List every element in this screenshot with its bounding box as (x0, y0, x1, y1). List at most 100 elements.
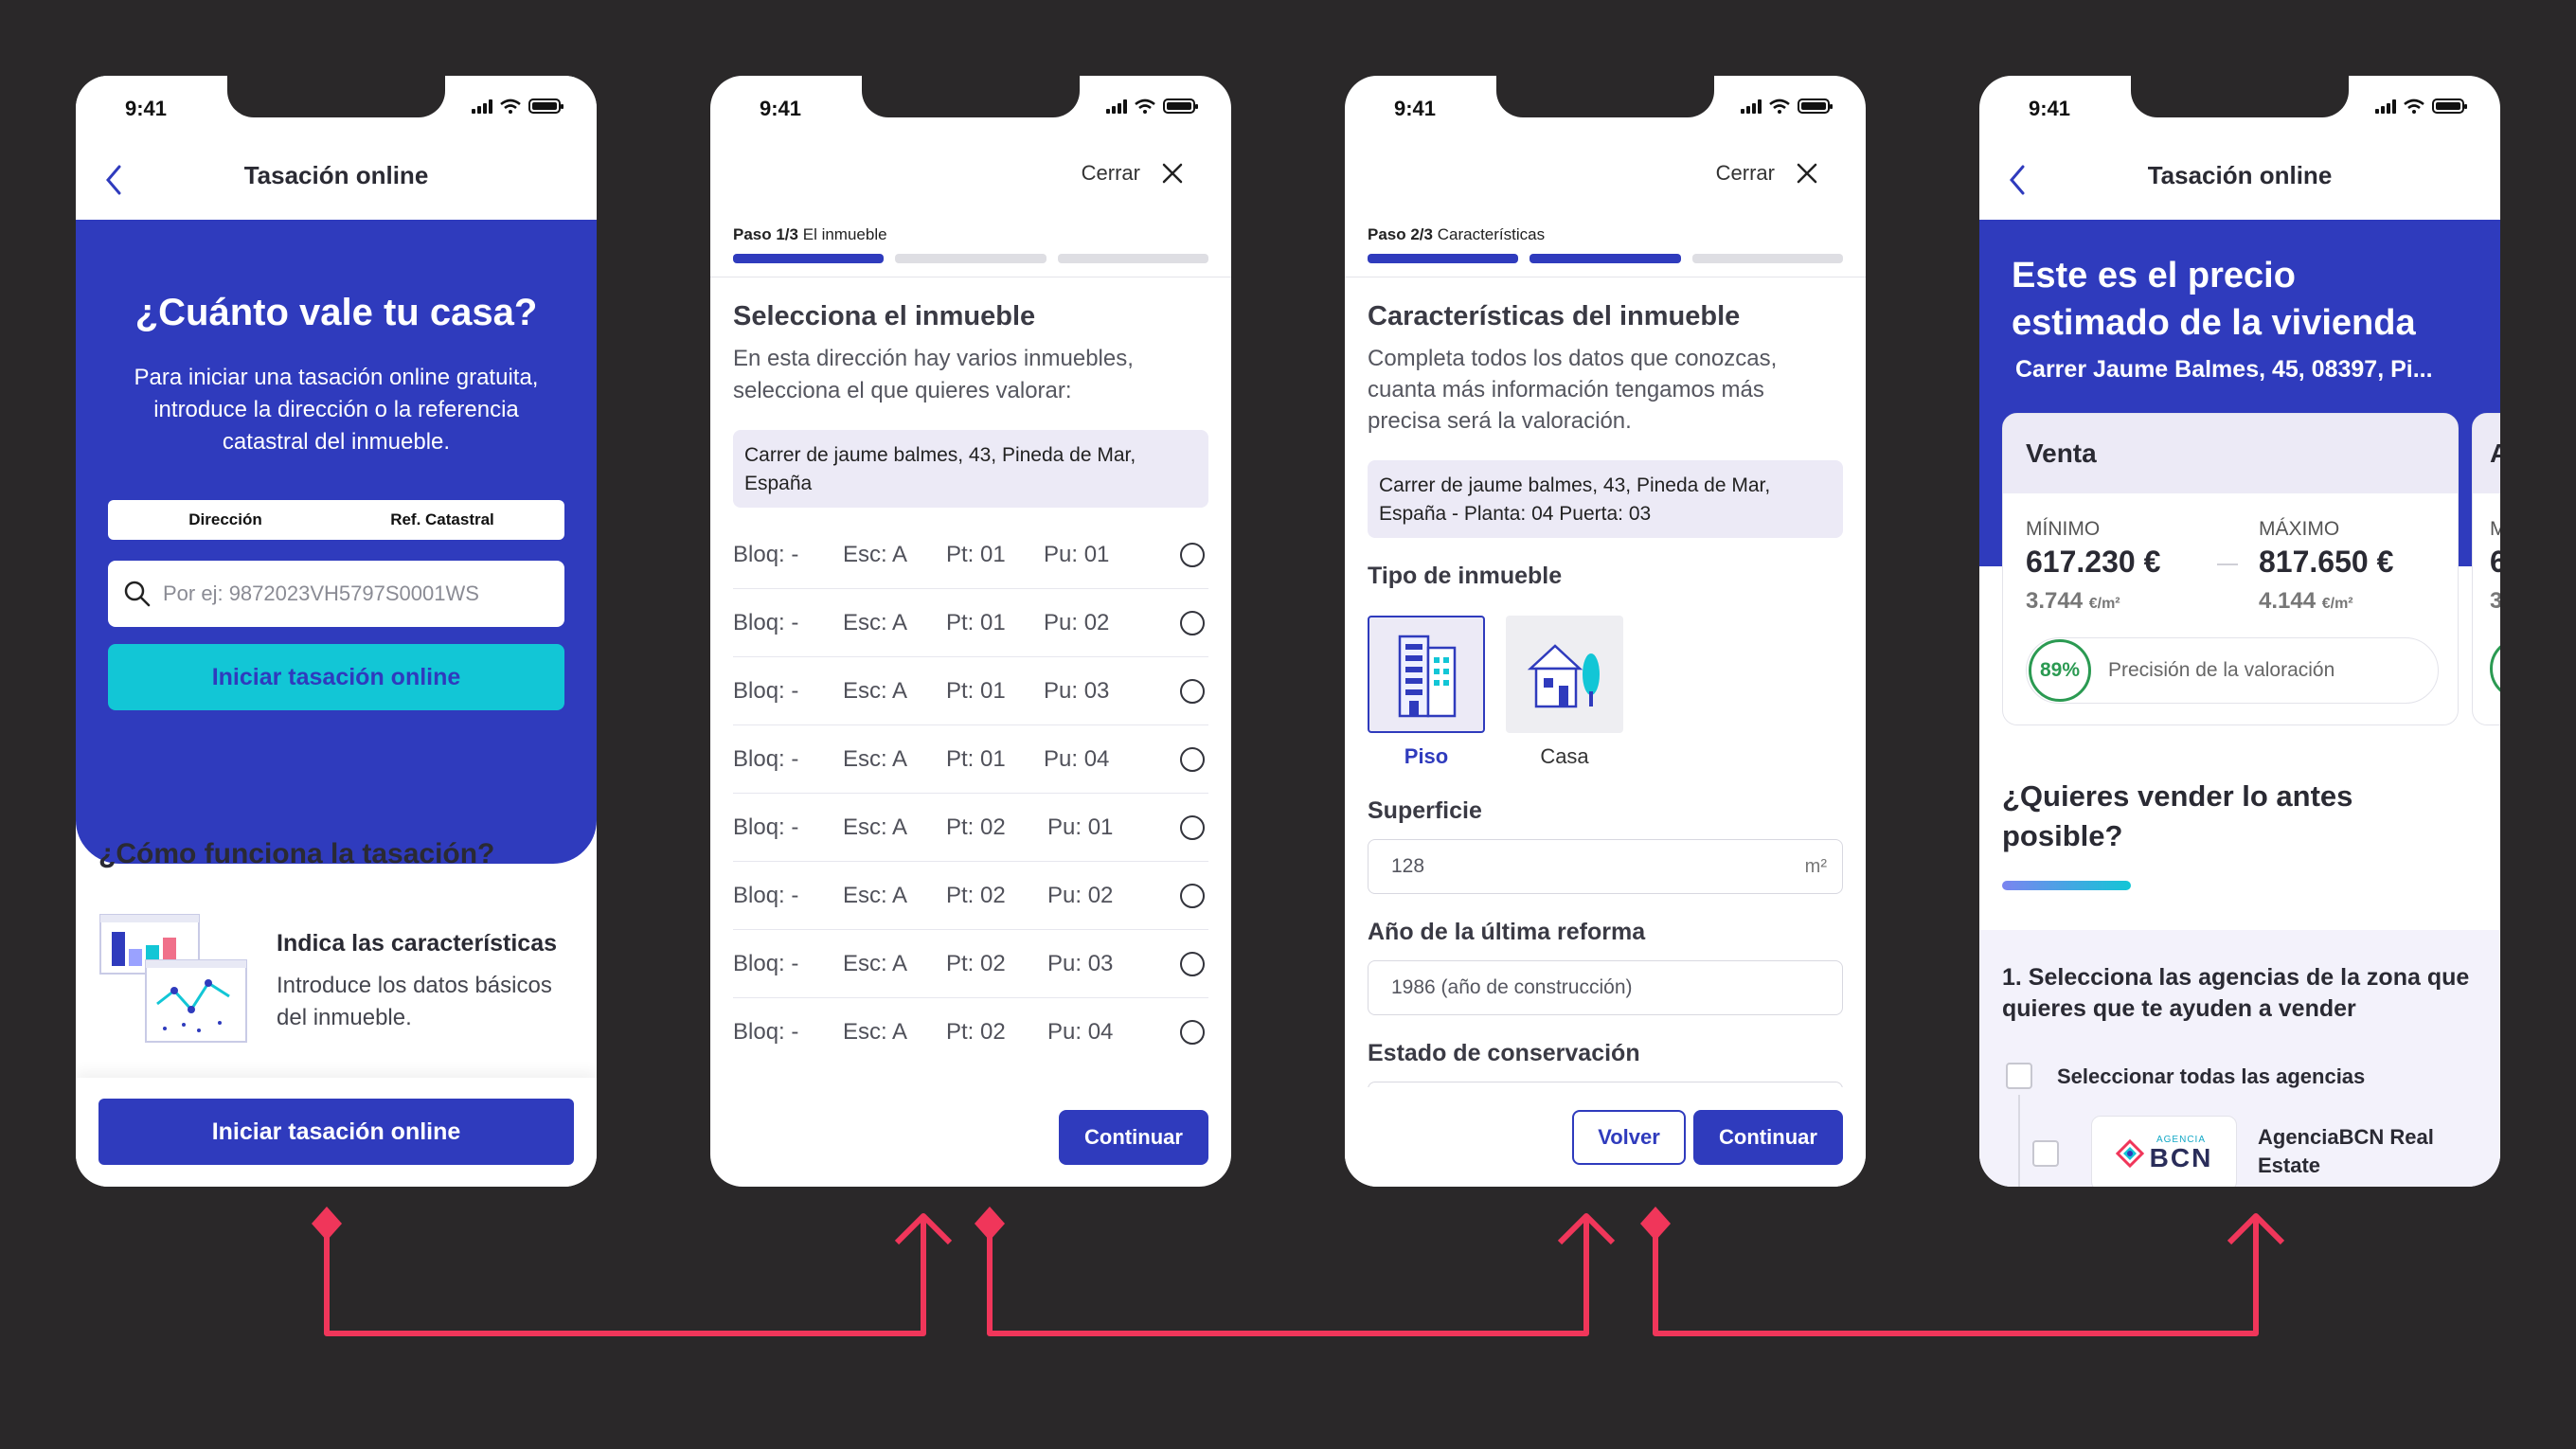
precision-badge: 89% (2029, 639, 2091, 702)
unit-row-4[interactable]: Bloq: - Esc: A Pt: 01 Pu: 04 (733, 725, 1208, 794)
continue-button[interactable]: Continuar (1059, 1110, 1208, 1165)
device-notch (2131, 76, 2349, 117)
area-value: 128 (1391, 855, 1425, 877)
range-separator (2217, 564, 2238, 565)
rent-card-header: A (2473, 414, 2500, 493)
close-icon (1797, 163, 1817, 184)
flow-arrow-2 (987, 1213, 1616, 1336)
step-indicator: Paso 1/3 El inmueble (733, 225, 887, 244)
battery-icon (2432, 98, 2467, 114)
radio-button[interactable] (1180, 883, 1205, 908)
status-icons (1741, 98, 1833, 114)
unit-row-5[interactable]: Bloq: - Esc: A Pt: 02 Pu: 01 (733, 794, 1208, 862)
type-option-casa[interactable] (1506, 616, 1623, 733)
signal-icon (472, 98, 492, 114)
min-value: 617.230 € (2026, 545, 2161, 579)
agency-logo: AGENCIA BCN (2091, 1116, 2237, 1187)
radio-button[interactable] (1180, 951, 1205, 976)
sale-card-title: Venta (2026, 438, 2097, 468)
device-notch (1496, 76, 1714, 117)
search-icon (124, 581, 151, 607)
signal-icon (1741, 98, 1762, 114)
section-title: Selecciona el inmueble (733, 301, 1036, 331)
continue-button[interactable]: Continuar (1693, 1110, 1843, 1165)
unit-row-1[interactable]: Bloq: - Esc: A Pt: 01 Pu: 01 (733, 521, 1208, 589)
search-input[interactable]: Por ej: 9872023VH5797S0001WS (163, 581, 479, 606)
unit-row-6[interactable]: Bloq: - Esc: A Pt: 02 Pu: 02 (733, 862, 1208, 930)
flow-arrow-2-start-diamond (975, 1207, 1005, 1241)
reform-year-label: Año de la última reforma (1368, 919, 1646, 945)
result-title: Este es el precio estimado de la viviend… (2012, 256, 2416, 343)
progress-segment-3 (1691, 254, 1843, 263)
selected-address: Carrer de jaume balmes, 43, Pineda de Ma… (733, 430, 1208, 508)
result-address: Carrer Jaume Balmes, 45, 08397, Pi... (2015, 356, 2433, 383)
bottom-start-button[interactable]: Iniciar tasación online (98, 1099, 574, 1165)
agency-name: AgenciaBCN Real Estate (2258, 1125, 2434, 1177)
rent-price-card-partial: A M 6 3 (2472, 413, 2500, 725)
precision-pill: 89% Precisión de la valoración (2026, 637, 2439, 704)
step-title: Indica las características (277, 930, 558, 957)
close-label: Cerrar (1715, 161, 1775, 185)
close-button[interactable]: Cerrar (1716, 161, 1818, 186)
status-time: 9:41 (760, 97, 802, 120)
selected-address: Carrer de jaume balmes, 43, Pineda de Ma… (1368, 460, 1843, 538)
status-time: 9:41 (2029, 97, 2071, 120)
search-field[interactable]: Por ej: 9872023VH5797S0001WS (108, 561, 564, 627)
flow-arrow-1-start-diamond (312, 1207, 342, 1241)
sale-card-header: Venta (2003, 414, 2458, 493)
signal-icon (1106, 98, 1127, 114)
progress-segment-3 (1057, 254, 1208, 263)
how-it-works-title: ¿Cómo funciona la tasación? (98, 838, 495, 869)
agency-checkbox[interactable] (2032, 1140, 2059, 1167)
radio-button[interactable] (1180, 542, 1205, 567)
tree-line (2018, 1095, 2020, 1187)
area-input[interactable]: 128 m² (1368, 839, 1843, 894)
close-label: Cerrar (1081, 161, 1140, 185)
phone-screen-3: 9:41 Cerrar Paso 2/3 Características Car… (1345, 76, 1866, 1187)
radio-button[interactable] (1180, 814, 1205, 840)
area-unit: m² (1804, 855, 1827, 877)
close-button[interactable]: Cerrar (1082, 161, 1184, 186)
radio-button[interactable] (1180, 678, 1205, 704)
status-icons (2375, 98, 2467, 114)
status-icons (1106, 98, 1198, 114)
type-option-piso[interactable] (1368, 616, 1485, 733)
reform-year-input[interactable]: 1986 (año de construcción) (1368, 960, 1843, 1015)
max-value: 817.650 € (2259, 545, 2394, 579)
select-all-checkbox[interactable] (2006, 1063, 2032, 1089)
conservation-label: Estado de conservación (1368, 1040, 1640, 1066)
close-icon (1162, 163, 1183, 184)
step-prefix: Paso 1/3 (733, 225, 798, 243)
back-button[interactable]: Volver (1572, 1110, 1686, 1165)
tab-address[interactable]: Dirección (108, 510, 343, 529)
min-sqm: 3.744 €/m² (2026, 588, 2120, 614)
radio-button[interactable] (1180, 1020, 1205, 1045)
rent-min-sqm-partial: 3 (2490, 588, 2500, 615)
tab-cadastral[interactable]: Ref. Catastral (343, 510, 542, 529)
type-option-casa-label: Casa (1540, 744, 1589, 768)
unit-row-7[interactable]: Bloq: - Esc: A Pt: 02 Pu: 03 (733, 930, 1208, 998)
radio-button[interactable] (1180, 610, 1205, 635)
step-name: Características (1437, 225, 1546, 243)
header-title: Tasación online (243, 161, 429, 189)
sell-accent-bar (2002, 881, 2131, 890)
type-option-piso-label: Piso (1404, 744, 1449, 768)
device-notch (227, 76, 445, 117)
status-time: 9:41 (1394, 97, 1437, 120)
unit-row-8[interactable]: Bloq: - Esc: A Pt: 02 Pu: 04 (733, 998, 1208, 1066)
wifi-icon (2404, 98, 2424, 114)
agency-logo-icon (2115, 1139, 2144, 1168)
max-sqm: 4.144 €/m² (2259, 588, 2353, 614)
progress-segment-2 (1530, 254, 1681, 263)
flow-arrows (312, 1207, 2285, 1336)
unit-row-3[interactable]: Bloq: - Esc: A Pt: 01 Pu: 03 (733, 657, 1208, 725)
house-icon (1527, 644, 1600, 708)
step-name: El inmueble (802, 225, 887, 243)
agencies-title: 1. Selecciona las agencias de la zona qu… (2002, 964, 2470, 1022)
step-prefix: Paso 2/3 (1368, 225, 1433, 243)
battery-icon (528, 98, 564, 114)
start-valuation-button[interactable]: Iniciar tasación online (108, 644, 564, 710)
rent-min-label-partial: M (2490, 518, 2500, 541)
radio-button[interactable] (1180, 746, 1205, 772)
unit-row-2[interactable]: Bloq: - Esc: A Pt: 01 Pu: 02 (733, 589, 1208, 657)
